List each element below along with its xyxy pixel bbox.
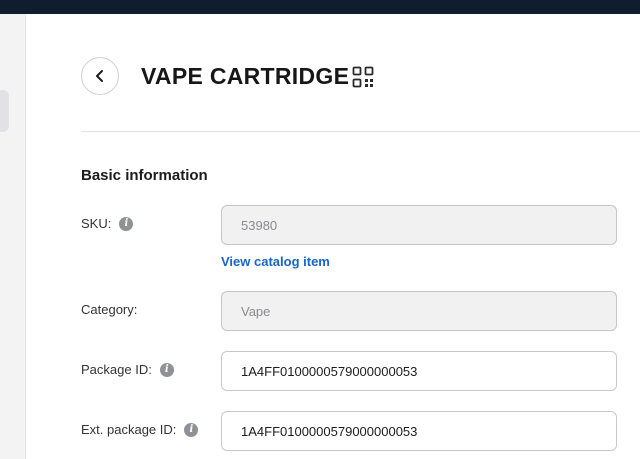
qr-code-icon[interactable] (352, 66, 374, 88)
info-icon[interactable]: i (184, 422, 199, 437)
chevron-left-icon (96, 70, 103, 82)
category-field[interactable] (221, 291, 617, 331)
sku-label-group: SKU: i (81, 216, 134, 231)
package-id-label-group: Package ID: i (81, 362, 174, 377)
sku-label: SKU: (81, 216, 112, 231)
package-id-label: Package ID: (81, 362, 152, 377)
category-label: Category: (81, 302, 138, 317)
category-label-group: Category: (81, 302, 137, 317)
sidebar-tab-handle[interactable] (0, 90, 9, 132)
section-title-basic-information: Basic information (81, 167, 208, 184)
ext-package-id-field[interactable] (221, 411, 617, 451)
view-catalog-item-link[interactable]: View catalog item (221, 254, 330, 269)
back-button[interactable] (81, 57, 119, 95)
top-navigation-bar (0, 0, 640, 14)
ext-package-id-label-group: Ext. package ID: i (81, 422, 199, 437)
sku-field[interactable] (221, 205, 617, 245)
package-id-field[interactable] (221, 351, 617, 391)
left-sidebar-rail (0, 14, 26, 459)
info-icon[interactable]: i (119, 216, 134, 231)
page-title: VAPE CARTRIDGE (141, 63, 350, 89)
header-divider (81, 131, 640, 132)
info-icon[interactable]: i (159, 362, 174, 377)
ext-package-id-label: Ext. package ID: (81, 422, 177, 437)
